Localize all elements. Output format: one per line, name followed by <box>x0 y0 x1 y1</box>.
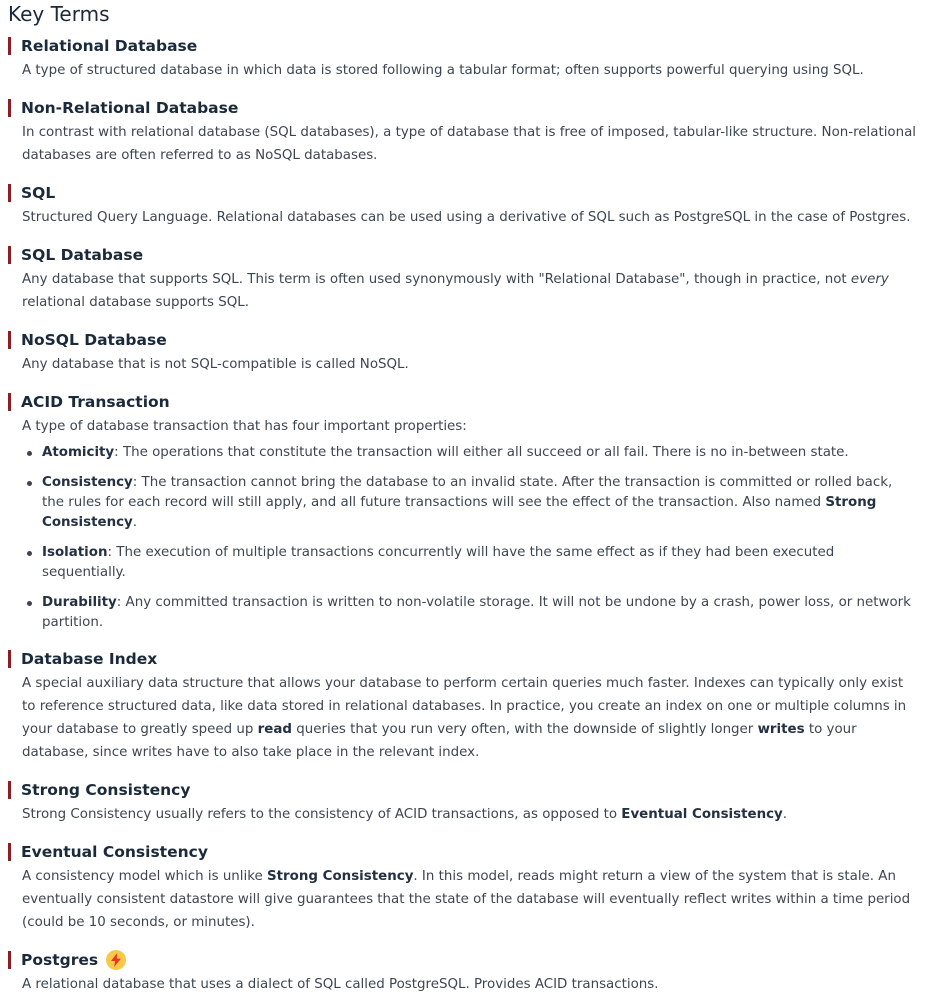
term-nosql-database: NoSQL Database Any database that is not … <box>8 331 917 376</box>
term-title: NoSQL Database <box>21 331 167 349</box>
desc-text: In contrast with relational database (SQ… <box>22 125 917 163</box>
term-title: Postgres <box>21 951 99 969</box>
property-name: Consistency <box>42 475 133 490</box>
list-item-isolation: Isolation: The execution of multiple tra… <box>27 543 917 583</box>
term-heading: Relational Database <box>8 37 917 55</box>
term-description: Strong Consistency usually refers to the… <box>8 803 917 826</box>
term-description: A type of structured database in which d… <box>8 59 917 82</box>
desc-text: Any database that is not SQL-compatible … <box>22 357 409 372</box>
page-title: Key Terms <box>8 2 110 26</box>
desc-emphasis: every <box>850 272 889 287</box>
term-title: SQL Database <box>21 246 144 264</box>
term-title: Eventual Consistency <box>21 843 208 861</box>
term-title: Database Index <box>21 650 158 668</box>
desc-text: A type of database transaction that has … <box>22 419 467 434</box>
term-title: ACID Transaction <box>21 393 170 411</box>
term-sql: SQL Structured Query Language. Relationa… <box>8 184 917 229</box>
term-postgres: Postgres A relational database that uses… <box>8 950 917 996</box>
term-description: A consistency model which is unlike Stro… <box>8 865 917 934</box>
desc-text: A type of structured database in which d… <box>22 63 864 78</box>
term-heading: Non-Relational Database <box>8 99 917 117</box>
acid-properties-list: Atomicity: The operations that constitut… <box>8 443 917 633</box>
property-name: Durability <box>42 595 117 610</box>
term-relational-database: Relational Database A type of structured… <box>8 37 917 82</box>
term-non-relational-database: Non-Relational Database In contrast with… <box>8 99 917 167</box>
term-title: Strong Consistency <box>21 781 191 799</box>
term-heading: Postgres <box>8 950 917 970</box>
term-sql-database: SQL Database Any database that supports … <box>8 246 917 314</box>
term-database-index: Database Index A special auxiliary data … <box>8 650 917 764</box>
term-description: A type of database transaction that has … <box>8 415 917 438</box>
lightning-bolt-icon <box>106 950 127 970</box>
property-text: : The operations that constitute the tra… <box>114 445 849 460</box>
term-title: Relational Database <box>21 37 198 55</box>
desc-text: A consistency model which is unlike <box>22 869 268 884</box>
desc-strong: Eventual Consistency <box>621 807 783 822</box>
key-terms-page: Key Terms Relational Database A type of … <box>0 0 925 992</box>
term-strong-consistency: Strong Consistency Strong Consistency us… <box>8 781 917 826</box>
list-item-atomicity: Atomicity: The operations that constitut… <box>27 443 917 463</box>
term-heading: SQL <box>8 184 917 202</box>
term-heading: Database Index <box>8 650 917 668</box>
term-heading: Strong Consistency <box>8 781 917 799</box>
term-description: In contrast with relational database (SQ… <box>8 121 917 167</box>
term-title: SQL <box>21 184 56 202</box>
property-text: : Any committed transaction is written t… <box>42 595 911 630</box>
desc-text: queries that you run very often, with th… <box>291 722 758 737</box>
property-text: : The execution of multiple transactions… <box>42 545 835 580</box>
property-text: : The transaction cannot bring the datab… <box>42 475 893 510</box>
term-heading: Eventual Consistency <box>8 843 917 861</box>
term-description: Any database that supports SQL. This ter… <box>8 268 917 314</box>
desc-text: A relational database that uses a dialec… <box>22 977 659 992</box>
term-title: Non-Relational Database <box>21 99 239 117</box>
list-item-durability: Durability: Any committed transaction is… <box>27 593 917 633</box>
term-heading: NoSQL Database <box>8 331 917 349</box>
term-eventual-consistency: Eventual Consistency A consistency model… <box>8 843 917 934</box>
desc-strong: writes <box>757 722 805 737</box>
desc-text: Structured Query Language. Relational da… <box>22 210 911 225</box>
desc-text: . <box>782 807 788 822</box>
property-name: Isolation <box>42 545 108 560</box>
term-description: A relational database that uses a dialec… <box>8 973 917 996</box>
desc-text: relational database supports SQL. <box>22 295 249 310</box>
property-name: Atomicity <box>42 445 115 460</box>
term-heading: SQL Database <box>8 246 917 264</box>
list-item-consistency: Consistency: The transaction cannot brin… <box>27 473 917 533</box>
desc-strong: Strong Consistency <box>267 869 414 884</box>
desc-text: Strong Consistency usually refers to the… <box>22 807 622 822</box>
property-tail: . <box>132 515 138 530</box>
term-acid-transaction: ACID Transaction A type of database tran… <box>8 393 917 633</box>
term-description: Structured Query Language. Relational da… <box>8 206 917 229</box>
term-heading: ACID Transaction <box>8 393 917 411</box>
desc-strong: read <box>257 722 292 737</box>
term-description: Any database that is not SQL-compatible … <box>8 353 917 376</box>
desc-text: Any database that supports SQL. This ter… <box>22 272 851 287</box>
term-description: A special auxiliary data structure that … <box>8 672 917 764</box>
